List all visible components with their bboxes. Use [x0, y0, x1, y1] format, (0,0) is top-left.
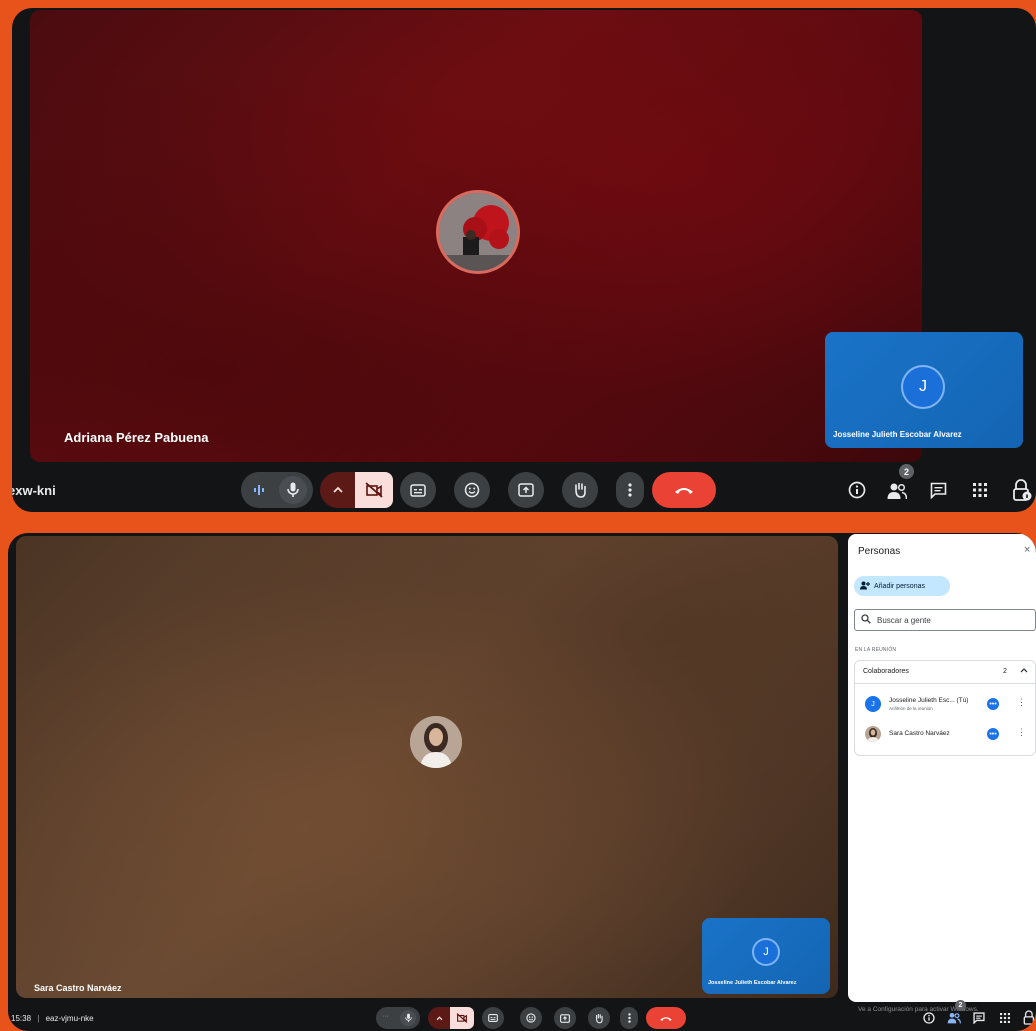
- search-placeholder: Buscar a gente: [877, 615, 931, 625]
- end-call-icon: [673, 485, 695, 495]
- self-name: Josseline Julieth Escobar Alvarez: [833, 430, 962, 439]
- participant-name: Sara Castro Narváez: [889, 730, 950, 737]
- lock-icon[interactable]: [1011, 478, 1033, 502]
- control-bar: 15:38 | eaz-vjmu-nke ··· 2: [8, 1000, 1036, 1031]
- raise-hand-button[interactable]: [588, 1007, 610, 1029]
- info-icon[interactable]: [922, 1011, 936, 1025]
- list-item[interactable]: J Josseline Julieth Esc... (Tú) Anfitrió…: [855, 689, 1035, 719]
- control-bar: exw-kni 2: [12, 464, 1036, 512]
- people-panel-title: Personas: [858, 546, 901, 557]
- more-vert-icon[interactable]: ⋮: [1017, 697, 1026, 708]
- participant-name: Adriana Pérez Pabuena: [64, 430, 209, 445]
- captions-icon: [488, 1014, 498, 1022]
- in-meeting-section-label: EN LA REUNIÓN: [855, 647, 897, 653]
- emoji-button[interactable]: [454, 472, 490, 508]
- leave-call-button[interactable]: [646, 1007, 686, 1029]
- participant-name: Sara Castro Narváez: [34, 983, 122, 993]
- present-button[interactable]: [554, 1007, 576, 1029]
- more-options-button[interactable]: [620, 1007, 638, 1029]
- mic-icon[interactable]: [279, 476, 307, 504]
- self-video-tile[interactable]: J Josseline Julieth Escobar Alvarez: [825, 332, 1023, 448]
- more-vert-icon[interactable]: ⋮: [1017, 727, 1026, 738]
- add-people-button[interactable]: Añadir personas: [854, 576, 950, 596]
- mic-icon[interactable]: [400, 1010, 416, 1026]
- captions-button[interactable]: [400, 472, 436, 508]
- more-options-button[interactable]: [616, 472, 644, 508]
- self-name: Josseline Julieth Escobar Alvarez: [708, 980, 797, 986]
- people-panel: Personas × Añadir personas Buscar a gent…: [848, 534, 1036, 1002]
- self-avatar: J: [903, 367, 943, 407]
- leave-call-button[interactable]: [652, 472, 716, 508]
- end-call-icon: [659, 1015, 673, 1022]
- present-icon: [560, 1013, 570, 1023]
- audio-level-icon: ···: [382, 1013, 389, 1020]
- search-people-input[interactable]: Buscar a gente: [854, 609, 1036, 631]
- mic-control-group[interactable]: ···: [376, 1007, 420, 1029]
- present-icon: [518, 483, 534, 497]
- captions-icon: [410, 483, 426, 497]
- present-button[interactable]: [508, 472, 544, 508]
- audio-level-icon: [253, 483, 265, 497]
- activities-icon[interactable]: [998, 1011, 1012, 1025]
- separator: |: [37, 1014, 40, 1023]
- meet-window-bottom: Sara Castro Narváez J Josseline Julieth …: [8, 533, 1036, 1031]
- raise-hand-icon: [594, 1013, 604, 1024]
- raise-hand-button[interactable]: [562, 472, 598, 508]
- meeting-info: 15:38 | eaz-vjmu-nke: [11, 1014, 94, 1023]
- collaborators-group: Colaboradores 2 J Josseline Julieth Esc.…: [854, 660, 1036, 756]
- camera-off-icon: [456, 1013, 468, 1023]
- clock-time: 15:38: [11, 1014, 32, 1023]
- people-icon[interactable]: [946, 1011, 962, 1025]
- group-count: 2: [1003, 668, 1007, 675]
- captions-button[interactable]: [482, 1007, 504, 1029]
- camera-options-button[interactable]: [428, 1007, 450, 1029]
- self-avatar: J: [754, 940, 778, 964]
- main-video-tile: Adriana Pérez Pabuena: [30, 10, 922, 462]
- chat-icon[interactable]: [972, 1011, 986, 1025]
- close-icon[interactable]: ×: [1024, 544, 1030, 556]
- add-person-icon: [860, 581, 870, 592]
- camera-toggle-button[interactable]: [355, 472, 393, 508]
- self-video-tile[interactable]: J Josseline Julieth Escobar Alvarez: [702, 918, 830, 994]
- add-people-label: Añadir personas: [874, 582, 925, 590]
- camera-off-icon: [365, 482, 383, 498]
- chat-icon[interactable]: [928, 480, 948, 500]
- lock-icon[interactable]: [1022, 1009, 1036, 1025]
- windows-activation-title: Activar Windows: [858, 990, 940, 1002]
- search-icon: [861, 614, 871, 626]
- chevron-up-icon: [436, 1015, 443, 1021]
- list-item[interactable]: Sara Castro Narváez ••• ⋮: [855, 719, 1035, 749]
- people-count-badge: 2: [899, 464, 914, 479]
- more-vert-icon: [628, 483, 632, 497]
- camera-options-button[interactable]: [320, 472, 356, 508]
- more-horiz-icon[interactable]: •••: [987, 698, 999, 710]
- participant-name: Josseline Julieth Esc... (Tú): [889, 697, 969, 704]
- people-count-badge: 2: [955, 1000, 966, 1011]
- more-horiz-icon[interactable]: •••: [987, 728, 999, 740]
- mic-control-group[interactable]: [241, 472, 313, 508]
- raise-hand-icon: [572, 481, 588, 499]
- participant-avatar: [410, 716, 462, 768]
- activities-icon[interactable]: [970, 480, 990, 500]
- more-vert-icon: [627, 1013, 631, 1023]
- people-icon[interactable]: [886, 480, 908, 502]
- group-name: Colaboradores: [863, 668, 909, 675]
- camera-toggle-button[interactable]: [450, 1007, 474, 1029]
- meeting-code: exw-kni: [12, 483, 56, 498]
- avatar: [865, 726, 881, 742]
- meeting-code: eaz-vjmu-nke: [45, 1014, 94, 1023]
- chevron-up-icon: [333, 486, 343, 494]
- participant-role: Anfitrión de la reunión: [889, 706, 933, 711]
- info-icon[interactable]: [847, 480, 867, 500]
- emoji-icon: [526, 1013, 536, 1023]
- collaborators-group-header[interactable]: Colaboradores 2: [855, 661, 1035, 684]
- emoji-button[interactable]: [520, 1007, 542, 1029]
- meet-window-top: Adriana Pérez Pabuena J Josseline Juliet…: [12, 8, 1036, 512]
- emoji-icon: [464, 482, 480, 498]
- chevron-up-icon[interactable]: [1020, 666, 1028, 675]
- avatar: J: [865, 696, 881, 712]
- participant-avatar: [436, 190, 520, 274]
